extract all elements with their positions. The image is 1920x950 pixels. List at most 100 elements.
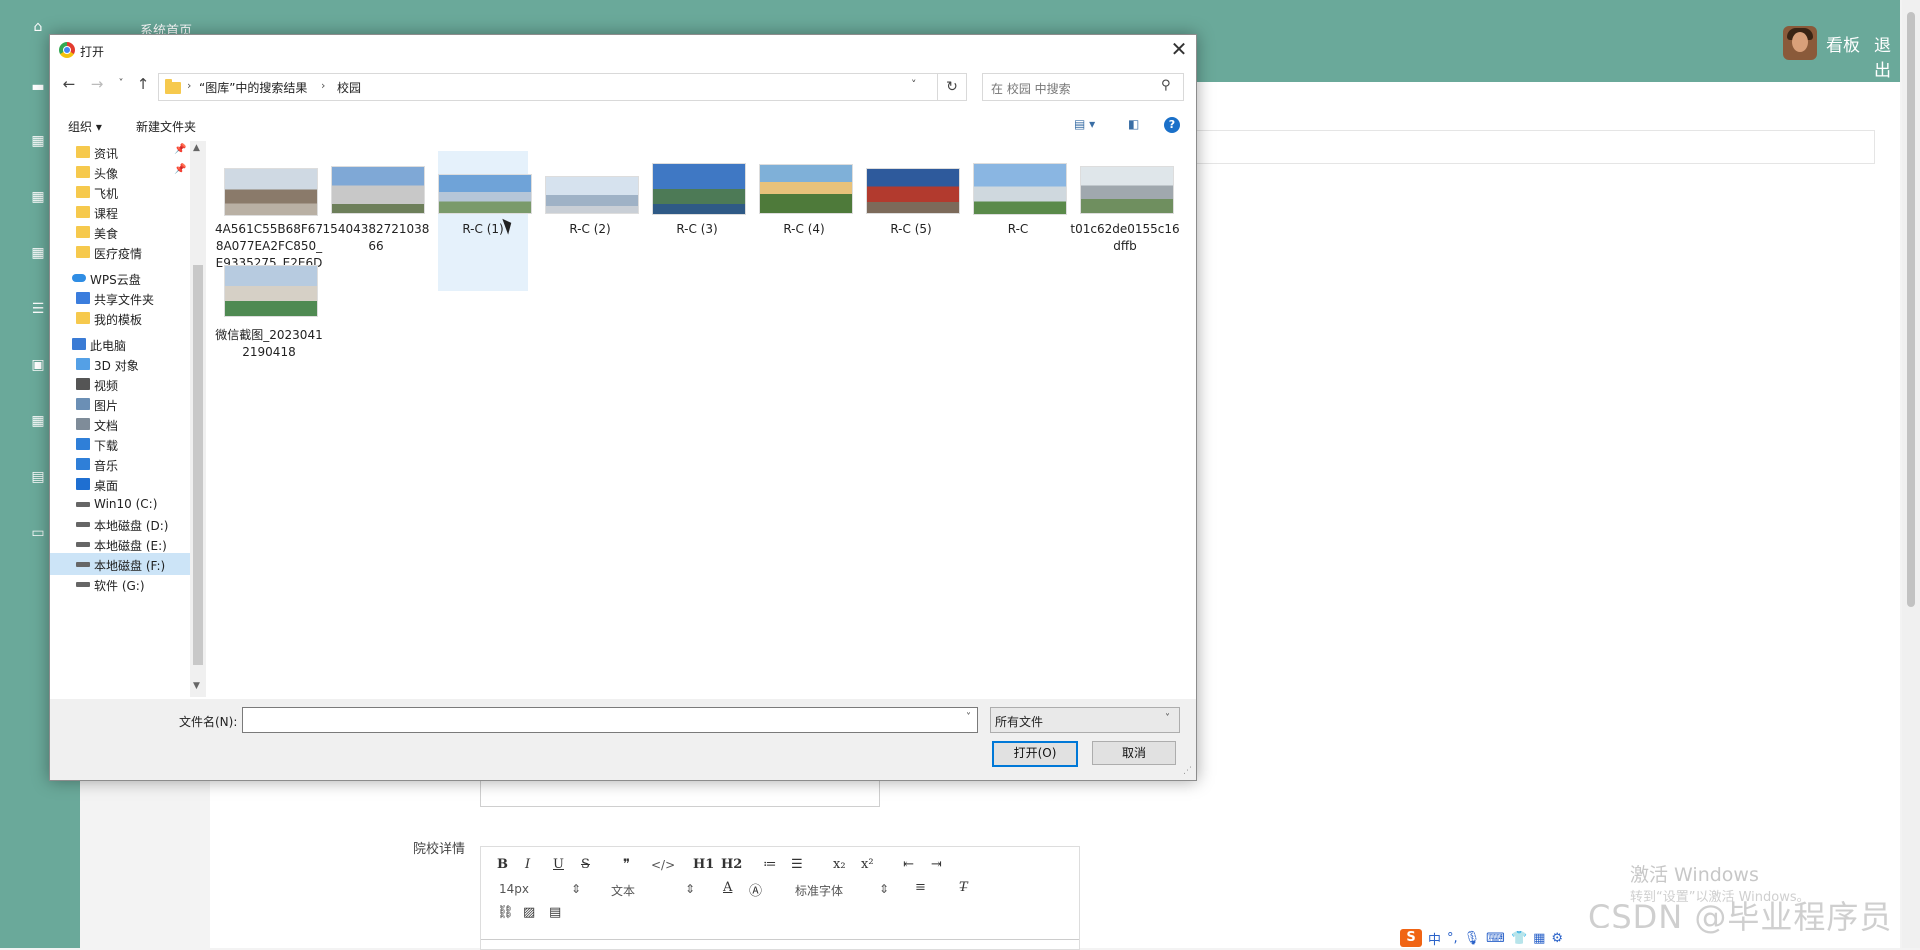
grid-icon[interactable]: ▦ (30, 134, 46, 148)
image-thumbnail[interactable] (545, 176, 639, 214)
quote-button[interactable]: ❞ (623, 857, 630, 872)
font-family-select[interactable]: 标准字体 (795, 882, 843, 899)
bold-button[interactable]: B (497, 857, 508, 872)
gear-icon[interactable]: ⚙ (1551, 931, 1563, 946)
view-icon[interactable]: ▤ ▾ (1074, 117, 1095, 131)
file-type-select[interactable]: 所有文件 ˅ (990, 707, 1180, 733)
link-icon[interactable]: ⛓ (497, 905, 514, 920)
image-thumbnail[interactable] (438, 174, 532, 214)
nav-item[interactable]: 视频 (50, 373, 190, 395)
preview-pane-icon[interactable]: ◧ (1128, 117, 1139, 131)
code-button[interactable]: </> (651, 858, 675, 872)
image-thumbnail[interactable] (331, 166, 425, 214)
nav-item[interactable]: 3D 对象 (50, 353, 190, 375)
chevron-down-icon[interactable]: ˅ (966, 712, 971, 723)
rich-text-editor[interactable]: B I U S ❞ </> H1 H2 ≔ ☰ x₂ x² ⇤ ⇥ 14px ⇕… (480, 846, 1080, 950)
h1-button[interactable]: H1 (693, 857, 714, 872)
nav-scrollbar[interactable]: ▲ ▼ (190, 141, 206, 697)
cancel-button[interactable]: 取消 (1092, 741, 1176, 765)
nav-item[interactable]: WPS云盘 (50, 267, 190, 289)
page-scrollbar[interactable] (1902, 0, 1920, 948)
file-tile[interactable]: R-C (2) (545, 151, 639, 291)
chevron-down-icon[interactable]: ˅ (911, 78, 917, 91)
superscript-button[interactable]: x² (861, 857, 874, 872)
h2-button[interactable]: H2 (721, 857, 742, 872)
ordered-list-button[interactable]: ≔ (763, 857, 776, 872)
grid-icon[interactable]: ▦ (30, 414, 46, 428)
header-select[interactable]: 文本 (611, 882, 635, 899)
up-arrow-icon[interactable]: ↑ (134, 75, 152, 93)
image-thumbnail[interactable] (866, 168, 960, 214)
refresh-icon[interactable]: ↻ (938, 73, 967, 101)
nav-item[interactable]: 下载 (50, 433, 190, 455)
file-tile[interactable]: R-C (5) (866, 151, 960, 291)
image-thumbnail[interactable] (652, 163, 746, 215)
dialog-titlebar[interactable]: 打开 ✕ (50, 35, 1196, 65)
clipboard-icon[interactable]: ▤ (30, 470, 46, 484)
nav-item[interactable]: Win10 (C:) (50, 493, 190, 515)
nav-item[interactable]: 头像 📌 (50, 161, 190, 183)
nav-item[interactable]: 图片 (50, 393, 190, 415)
grid-icon[interactable]: ▦ (30, 190, 46, 204)
nav-item[interactable]: 我的模板 (50, 307, 190, 329)
nav-item[interactable]: 美食 (50, 221, 190, 243)
image-thumbnail[interactable] (224, 168, 318, 216)
recent-dropdown-icon[interactable]: ˅ (112, 75, 130, 93)
grid-icon[interactable]: ▦ (30, 246, 46, 260)
forward-arrow-icon[interactable]: → (88, 75, 106, 93)
punctuation-icon[interactable]: °, (1447, 931, 1458, 946)
file-tile[interactable]: R-C (973, 151, 1067, 291)
nav-item[interactable]: 文档 (50, 413, 190, 435)
search-box[interactable]: 在 校园 中搜索 ⚲ (982, 73, 1184, 101)
shirt-icon[interactable]: 👕 (1511, 931, 1527, 946)
chevron-updown-icon[interactable]: ⇕ (685, 882, 695, 896)
filename-input[interactable] (242, 707, 978, 733)
address-bar[interactable]: › “图库”中的搜索结果 › 校园 ˅ (158, 73, 938, 101)
nav-item[interactable]: 软件 (G:) (50, 573, 190, 595)
monitor-icon[interactable]: ▬ (30, 80, 46, 94)
organize-menu[interactable]: 组织 ▾ (68, 118, 102, 135)
file-tile[interactable]: R-C (3) (652, 151, 746, 291)
nav-item[interactable]: 医疗疫情 (50, 241, 190, 263)
home-icon[interactable]: ⌂ (30, 20, 46, 34)
keyboard-icon[interactable]: ⌨ (1486, 931, 1505, 946)
card-icon[interactable]: ▭ (30, 526, 46, 540)
nav-item[interactable]: 资讯 📌 (50, 141, 190, 163)
image-icon[interactable]: ▨ (523, 905, 535, 920)
chevron-updown-icon[interactable]: ⇕ (879, 882, 889, 896)
ime-mode[interactable]: 中 (1428, 929, 1441, 948)
bullet-list-button[interactable]: ☰ (791, 857, 803, 872)
image-thumbnail[interactable] (224, 265, 318, 317)
ime-toolbar[interactable]: S 中 °, 🎙 ⌨ 👕 ▦ ⚙ (1396, 928, 1620, 948)
chevron-right-icon[interactable]: › (187, 79, 191, 92)
background-color-icon[interactable]: Ⓐ (749, 880, 762, 899)
nav-item[interactable]: 本地磁盘 (D:) (50, 513, 190, 535)
breadcrumb-search-results[interactable]: “图库”中的搜索结果 (199, 79, 307, 96)
search-icon[interactable]: ⚲ (1161, 78, 1171, 93)
text-color-icon[interactable]: A (723, 880, 732, 895)
resize-grip-icon[interactable]: ⋰ (1183, 766, 1192, 776)
subscript-button[interactable]: x₂ (833, 857, 846, 872)
image-thumbnail[interactable] (973, 163, 1067, 215)
chevron-updown-icon[interactable]: ⇕ (571, 882, 581, 896)
microphone-icon[interactable]: 🎙 (1464, 931, 1481, 946)
avatar[interactable] (1783, 26, 1817, 60)
strike-button[interactable]: S (581, 857, 590, 872)
outdent-button[interactable]: ⇤ (903, 857, 914, 872)
dashboard-link[interactable]: 看板 (1826, 31, 1860, 56)
new-folder-button[interactable]: 新建文件夹 (136, 118, 196, 135)
list-icon[interactable]: ☰ (30, 302, 46, 316)
file-tile[interactable]: R-C (4) (759, 151, 853, 291)
file-tile[interactable]: t01c62de0155c16dffb (1070, 151, 1180, 291)
close-icon[interactable]: ✕ (1167, 38, 1191, 62)
nav-item[interactable]: 桌面 (50, 473, 190, 495)
scroll-down-icon[interactable]: ▼ (193, 681, 200, 691)
briefcase-icon[interactable]: ▣ (30, 358, 46, 372)
scroll-thumb[interactable] (1907, 12, 1915, 607)
chevron-right-icon[interactable]: › (321, 79, 325, 92)
nav-item[interactable]: 共享文件夹 (50, 287, 190, 309)
nav-item[interactable]: 此电脑 (50, 333, 190, 355)
nav-item[interactable]: 飞机 (50, 181, 190, 203)
file-tile[interactable]: 微信截图_20230412190418 (215, 259, 323, 399)
align-icon[interactable]: ≡ (915, 880, 926, 895)
